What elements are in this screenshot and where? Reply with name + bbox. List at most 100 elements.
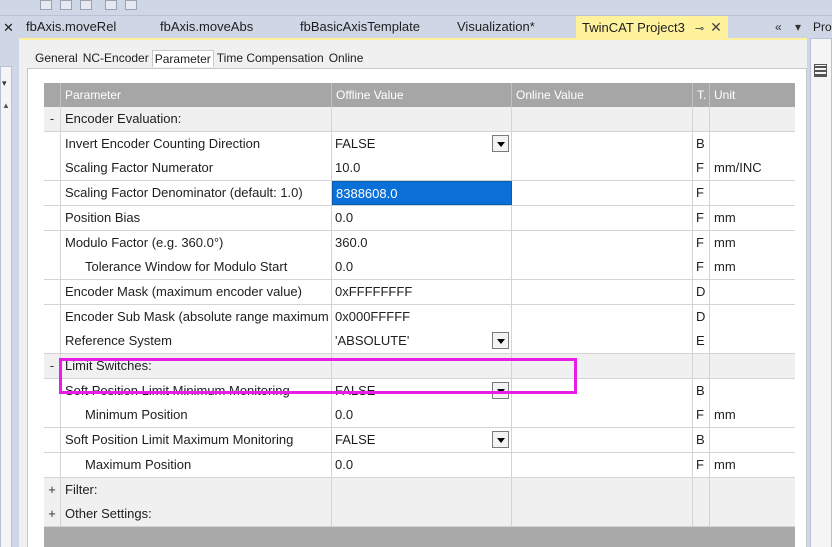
tab-online[interactable]: Online	[327, 50, 366, 66]
offline-value-cell[interactable]	[332, 502, 512, 527]
expander-cell	[44, 205, 61, 230]
tab-menu-icon[interactable]: ▾	[795, 20, 801, 34]
toolbar-button-icon[interactable]	[60, 0, 72, 10]
header-parameter[interactable]: Parameter	[61, 83, 332, 107]
header-offline-value[interactable]: Offline Value	[332, 83, 512, 107]
close-tab-icon[interactable]: ✕	[710, 19, 722, 35]
parameter-row[interactable]: Position Bias 0.0 Fmm	[44, 205, 795, 231]
parameter-row[interactable]: Encoder Sub Mask (absolute range maximum…	[44, 304, 795, 330]
unit-cell	[710, 329, 795, 353]
type-cell	[693, 502, 710, 527]
offline-value-cell[interactable]: 10.0	[332, 156, 512, 181]
dropdown-arrow-icon[interactable]	[492, 134, 509, 152]
chevron-down-icon[interactable]: ▾	[2, 78, 7, 89]
type-cell: F	[693, 452, 710, 477]
offline-value-cell[interactable]: 0.0	[332, 403, 512, 428]
parameter-row[interactable]: Soft Position Limit Maximum Monitoring FA…	[44, 428, 795, 454]
close-icon[interactable]: ✕	[3, 20, 14, 36]
tab-nc-encoder[interactable]: NC-Encoder	[81, 50, 151, 66]
type-cell: D	[693, 279, 710, 304]
tab-general[interactable]: General	[33, 50, 80, 66]
expander-cell	[44, 156, 61, 181]
parameter-row[interactable]: Reference System 'ABSOLUTE' E	[44, 329, 795, 355]
type-cell: F	[693, 156, 710, 181]
tab-label: Visualization*	[457, 19, 535, 34]
online-value-cell	[512, 279, 693, 304]
unit-cell	[710, 107, 795, 131]
group-row[interactable]: - Encoder Evaluation:	[44, 107, 795, 132]
parameter-row[interactable]: Scaling Factor Numerator 10.0 Fmm/INC	[44, 156, 795, 182]
tab-time-compensation[interactable]: Time Compensation	[215, 50, 326, 66]
online-value-cell	[512, 156, 693, 181]
toolbar-button-icon[interactable]	[40, 0, 52, 10]
offline-value: FALSE	[335, 135, 376, 151]
tab-visualization[interactable]: Visualization*	[457, 16, 535, 38]
expand-icon[interactable]: +	[44, 502, 61, 527]
header-unit[interactable]: Unit	[710, 83, 795, 107]
type-cell: F	[693, 181, 710, 206]
offline-value-cell[interactable]: FALSE	[332, 428, 512, 453]
expander-cell	[44, 230, 61, 255]
offline-value: 360.0	[335, 234, 368, 250]
toolbar-button-icon[interactable]	[80, 0, 92, 10]
offline-value: 0.0	[335, 209, 354, 225]
tab-fbbasicaxistemplate[interactable]: fbBasicAxisTemplate	[300, 16, 420, 38]
offline-value-cell[interactable]: 0xFFFFFFFF	[332, 279, 512, 304]
header-online-value[interactable]: Online Value	[512, 83, 693, 107]
parameter-row[interactable]: Maximum Position 0.0 Fmm	[44, 452, 795, 478]
type-cell: B	[693, 378, 710, 403]
unit-cell	[710, 305, 795, 329]
parameter-name: Invert Encoder Counting Direction	[61, 131, 332, 156]
online-value-cell	[512, 205, 693, 230]
left-panel: ✕ ▾ ▲	[0, 16, 19, 547]
unit-cell	[710, 181, 795, 205]
offline-value-cell[interactable]	[332, 107, 512, 131]
group-row[interactable]: + Other Settings:	[44, 502, 795, 528]
offline-value-cell[interactable]: FALSE	[332, 131, 512, 156]
type-cell	[693, 107, 710, 131]
dropdown-arrow-icon[interactable]	[492, 431, 509, 449]
tab-label: fbAxis.moveRel	[26, 19, 117, 34]
offline-value-cell[interactable]: 0.0	[332, 255, 512, 280]
parameter-row[interactable]: Scaling Factor Denominator (default: 1.0…	[44, 181, 795, 207]
properties-panel-body	[810, 38, 832, 547]
tab-overflow-icon[interactable]: «	[775, 20, 782, 34]
offline-value-cell[interactable]: 8388608.0	[332, 181, 512, 206]
unit-cell	[710, 280, 795, 304]
type-cell: E	[693, 329, 710, 354]
tab-fbaxis-moverel[interactable]: fbAxis.moveRel	[26, 16, 116, 38]
offline-value-cell[interactable]: 0x000FFFFF	[332, 304, 512, 329]
parameter-row[interactable]: Encoder Mask (maximum encoder value) 0xFF…	[44, 279, 795, 305]
collapse-icon[interactable]: -	[44, 107, 61, 131]
dropdown-arrow-icon[interactable]	[492, 332, 509, 350]
group-row[interactable]: + Filter:	[44, 477, 795, 503]
parameter-row[interactable]: Modulo Factor (e.g. 360.0°) 360.0 Fmm	[44, 230, 795, 256]
offline-value-cell[interactable]: 360.0	[332, 230, 512, 255]
tab-fbaxis-moveabs[interactable]: fbAxis.moveAbs	[160, 16, 253, 38]
offline-value-cell[interactable]: 'ABSOLUTE'	[332, 329, 512, 354]
offline-value: 8388608.0	[336, 186, 398, 202]
offline-value-cell[interactable]	[332, 477, 512, 502]
categorized-view-icon[interactable]	[814, 64, 827, 77]
parameter-row[interactable]: Invert Encoder Counting Direction FALSE B	[44, 131, 795, 157]
type-cell	[693, 354, 710, 378]
expander-cell	[44, 304, 61, 329]
expand-icon[interactable]: +	[44, 477, 61, 502]
parameter-row[interactable]: Tolerance Window for Modulo Start 0.0 Fmm	[44, 255, 795, 281]
type-cell: F	[693, 230, 710, 255]
toolbar-button-icon[interactable]	[125, 0, 137, 10]
parameter-row[interactable]: Minimum Position 0.0 Fmm	[44, 403, 795, 429]
toolbar-button-icon[interactable]	[105, 0, 117, 10]
tab-parameter[interactable]: Parameter	[151, 50, 214, 67]
scroll-up-icon[interactable]: ▲	[2, 101, 10, 110]
offline-value: 'ABSOLUTE'	[335, 333, 410, 349]
tab-twincat-project3[interactable]: TwinCAT Project3 ⊸ ✕	[576, 16, 728, 38]
document-area: General NC-Encoder Parameter Time Compen…	[19, 38, 807, 547]
offline-value-cell[interactable]: 0.0	[332, 205, 512, 230]
tab-label: fbAxis.moveAbs	[160, 19, 254, 34]
offline-value-cell[interactable]: 0.0	[332, 452, 512, 477]
header-type[interactable]: T.	[693, 83, 710, 107]
pin-icon[interactable]: ⊸	[695, 23, 704, 35]
type-cell: D	[693, 304, 710, 329]
expander-cell	[44, 329, 61, 354]
